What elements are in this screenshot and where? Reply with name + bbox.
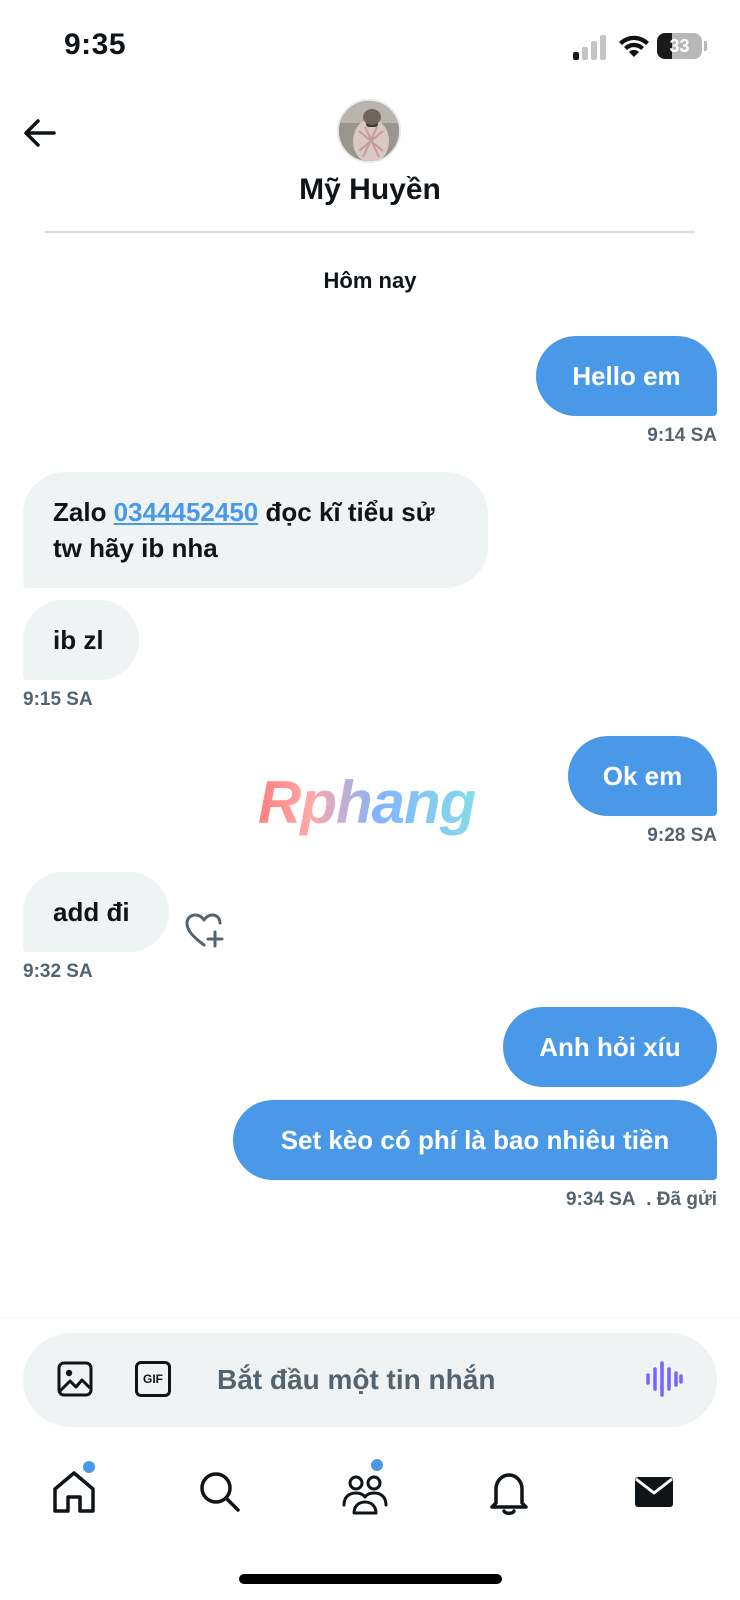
message-timestamp: 9:15 SA bbox=[23, 689, 93, 710]
notifications-icon bbox=[490, 1473, 528, 1515]
message-timestamp: 9:32 SA bbox=[23, 961, 93, 982]
status-bar: 9:35 33 bbox=[0, 0, 740, 95]
composer-divider bbox=[0, 1318, 740, 1319]
notification-dot bbox=[83, 1461, 95, 1473]
message-delivery-info: 9:34 SA . Đã gửi bbox=[566, 1189, 717, 1211]
message-bubble-incoming[interactable]: ib zl bbox=[23, 600, 139, 680]
message-bubble-incoming[interactable]: Zalo 0344452450 đọc kĩ tiểu sử tw hãy ib… bbox=[23, 472, 488, 588]
home-indicator bbox=[239, 1574, 502, 1584]
message-composer: GIF bbox=[23, 1333, 717, 1427]
home-icon bbox=[53, 1471, 95, 1513]
message-timestamp: 9:14 SA bbox=[647, 425, 717, 446]
conversation-header: Mỹ Huyền bbox=[0, 95, 740, 235]
message-input[interactable] bbox=[217, 1357, 607, 1403]
message-bubble-outgoing[interactable]: Hello em bbox=[536, 336, 717, 416]
messages-icon bbox=[635, 1477, 673, 1507]
message-text: Ok em bbox=[602, 761, 683, 791]
communities-icon bbox=[342, 1475, 388, 1515]
voice-message-icon[interactable] bbox=[645, 1361, 683, 1397]
contact-avatar[interactable] bbox=[337, 99, 401, 163]
message-bubble-outgoing[interactable]: Anh hỏi xíu bbox=[503, 1007, 717, 1087]
message-text: Set kèo có phí là bao nhiêu tiền bbox=[280, 1125, 670, 1155]
message-text: ib zl bbox=[53, 625, 104, 655]
gif-icon[interactable]: GIF bbox=[135, 1361, 171, 1397]
contact-name[interactable]: Mỹ Huyền bbox=[0, 173, 740, 207]
message-status: . Đã gửi bbox=[646, 1189, 717, 1210]
notification-dot bbox=[371, 1459, 383, 1471]
message-bubble-outgoing[interactable]: Set kèo có phí là bao nhiêu tiền bbox=[233, 1100, 717, 1180]
tab-messages[interactable] bbox=[629, 1467, 679, 1517]
message-text: add đi bbox=[53, 897, 130, 927]
phone-number-link[interactable]: 0344452450 bbox=[114, 497, 259, 527]
add-reaction-heart-icon[interactable] bbox=[184, 912, 226, 950]
wifi-icon bbox=[619, 35, 649, 57]
message-bubble-outgoing[interactable]: Ok em bbox=[568, 736, 717, 816]
message-timestamp: 9:34 SA bbox=[565, 1189, 636, 1210]
message-bubble-incoming[interactable]: add đi bbox=[23, 872, 169, 952]
tab-notifications[interactable] bbox=[484, 1467, 534, 1517]
message-text: Hello em bbox=[572, 361, 681, 391]
image-icon[interactable] bbox=[57, 1361, 93, 1397]
cellular-signal-icon bbox=[573, 34, 607, 60]
battery-percent: 33 bbox=[669, 36, 690, 56]
message-text: Zalo bbox=[53, 497, 114, 527]
watermark-logo: Rphang bbox=[258, 769, 476, 836]
battery-icon: 33 bbox=[657, 33, 707, 59]
bottom-tab-bar bbox=[0, 1445, 740, 1535]
tab-home[interactable] bbox=[49, 1461, 99, 1517]
day-separator: Hôm nay bbox=[323, 268, 417, 293]
tab-search[interactable] bbox=[195, 1467, 245, 1517]
message-text: Anh hỏi xíu bbox=[539, 1032, 681, 1062]
status-time: 9:35 bbox=[64, 28, 127, 61]
header-divider bbox=[45, 231, 695, 233]
back-arrow-icon[interactable] bbox=[20, 113, 60, 153]
search-icon bbox=[200, 1472, 240, 1512]
tab-communities[interactable] bbox=[340, 1459, 390, 1517]
message-timestamp: 9:28 SA bbox=[647, 825, 717, 846]
